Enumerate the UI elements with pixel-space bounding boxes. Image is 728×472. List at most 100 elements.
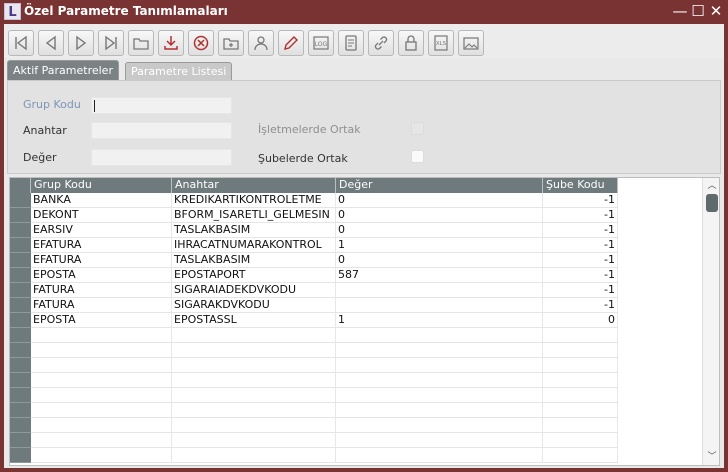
table-cell[interactable] (172, 358, 336, 373)
column-header-grup-kodu[interactable]: Grup Kodu (31, 178, 172, 193)
row-indicator[interactable] (10, 403, 31, 418)
table-row[interactable]: EPOSTA EPOSTASSL 1 0 (10, 313, 618, 328)
table-cell[interactable]: 0 (543, 313, 618, 328)
table-cell[interactable] (31, 328, 172, 343)
table-cell[interactable]: DEKONT (31, 208, 172, 223)
empty-table-row[interactable] (10, 373, 618, 388)
table-cell[interactable] (31, 448, 172, 463)
table-row[interactable]: EPOSTA EPOSTAPORT 587 -1 (10, 268, 618, 283)
table-cell[interactable] (31, 418, 172, 433)
anahtar-input[interactable] (91, 122, 232, 139)
table-row[interactable]: FATURA SIGARAIADEKDVKODU -1 (10, 283, 618, 298)
table-cell[interactable] (172, 373, 336, 388)
column-header-deger[interactable]: Değer (336, 178, 543, 193)
table-cell[interactable] (172, 448, 336, 463)
row-indicator[interactable] (10, 208, 31, 223)
log-button[interactable]: LOG (308, 30, 334, 56)
table-cell[interactable] (172, 433, 336, 448)
table-cell[interactable]: EFATURA (31, 238, 172, 253)
table-cell[interactable]: -1 (543, 238, 618, 253)
table-cell[interactable]: EARSIV (31, 223, 172, 238)
table-row[interactable]: DEKONT BFORM_ISARETLI_GELMESIN 0 -1 (10, 208, 618, 223)
table-cell[interactable] (172, 388, 336, 403)
table-cell[interactable] (31, 343, 172, 358)
table-cell[interactable]: -1 (543, 193, 618, 208)
table-cell[interactable] (543, 388, 618, 403)
table-cell[interactable] (336, 373, 543, 388)
table-cell[interactable] (172, 328, 336, 343)
empty-table-row[interactable] (10, 358, 618, 373)
empty-table-row[interactable] (10, 403, 618, 418)
table-cell[interactable] (172, 418, 336, 433)
table-cell[interactable]: EPOSTA (31, 268, 172, 283)
download-button[interactable] (158, 30, 184, 56)
scroll-up-icon[interactable]: ︿ (707, 181, 717, 191)
table-cell[interactable]: FATURA (31, 283, 172, 298)
new-folder-button[interactable] (218, 30, 244, 56)
tab-parametre-listesi[interactable]: Parametre Listesi (125, 62, 233, 80)
table-cell[interactable]: TASLAKBASIM (172, 223, 336, 238)
table-cell[interactable]: FATURA (31, 298, 172, 313)
table-cell[interactable]: 1 (336, 238, 543, 253)
grup-kodu-input[interactable] (91, 97, 232, 114)
row-indicator[interactable] (10, 343, 31, 358)
scroll-down-icon[interactable]: ﹀ (707, 452, 717, 462)
previous-record-button[interactable] (38, 30, 64, 56)
table-cell[interactable] (31, 403, 172, 418)
table-cell[interactable]: -1 (543, 253, 618, 268)
table-cell[interactable] (543, 418, 618, 433)
table-cell[interactable] (336, 418, 543, 433)
row-indicator[interactable] (10, 253, 31, 268)
table-cell[interactable]: -1 (543, 283, 618, 298)
table-row[interactable]: EARSIV TASLAKBASIM 0 -1 (10, 223, 618, 238)
table-cell[interactable] (336, 283, 543, 298)
table-cell[interactable]: 0 (336, 253, 543, 268)
table-cell[interactable] (543, 328, 618, 343)
next-record-button[interactable] (68, 30, 94, 56)
row-indicator[interactable] (10, 358, 31, 373)
link-button[interactable] (368, 30, 394, 56)
maximize-button[interactable]: ☐ (690, 3, 706, 19)
title-bar[interactable]: L Özel Parametre Tanımlamaları — ☐ ✕ (0, 0, 728, 24)
table-cell[interactable]: SIGARAIADEKDVKODU (172, 283, 336, 298)
table-cell[interactable] (543, 403, 618, 418)
table-row[interactable]: EFATURA IHRACATNUMARAKONTROL 1 -1 (10, 238, 618, 253)
table-cell[interactable]: 0 (336, 223, 543, 238)
table-cell[interactable] (543, 448, 618, 463)
lock-button[interactable] (398, 30, 424, 56)
isletmelerde-ortak-checkbox[interactable] (411, 122, 424, 135)
table-cell[interactable]: EPOSTAPORT (172, 268, 336, 283)
user-button[interactable] (248, 30, 274, 56)
table-cell[interactable]: -1 (543, 298, 618, 313)
row-indicator[interactable] (10, 298, 31, 313)
table-cell[interactable]: EFATURA (31, 253, 172, 268)
table-cell[interactable]: -1 (543, 268, 618, 283)
deger-input[interactable] (91, 149, 232, 166)
table-cell[interactable] (336, 328, 543, 343)
table-cell[interactable]: 1 (336, 313, 543, 328)
empty-table-row[interactable] (10, 418, 618, 433)
row-indicator[interactable] (10, 388, 31, 403)
row-indicator[interactable] (10, 433, 31, 448)
table-cell[interactable]: EPOSTA (31, 313, 172, 328)
table-cell[interactable] (336, 448, 543, 463)
row-indicator[interactable] (10, 418, 31, 433)
empty-table-row[interactable] (10, 448, 618, 463)
document-button[interactable] (338, 30, 364, 56)
row-indicator[interactable] (10, 223, 31, 238)
open-folder-button[interactable] (128, 30, 154, 56)
tab-aktif-parametreler[interactable]: Aktif Parametreler (7, 60, 119, 80)
column-header-sube-kodu[interactable]: Şube Kodu (543, 178, 618, 193)
first-record-button[interactable] (8, 30, 34, 56)
row-indicator[interactable] (10, 313, 31, 328)
xls-button[interactable]: XLS (428, 30, 454, 56)
edit-button[interactable] (278, 30, 304, 56)
table-cell[interactable]: -1 (543, 208, 618, 223)
last-record-button[interactable] (98, 30, 124, 56)
row-indicator[interactable] (10, 283, 31, 298)
row-indicator[interactable] (10, 328, 31, 343)
table-cell[interactable]: 0 (336, 208, 543, 223)
table-cell[interactable] (543, 433, 618, 448)
table-row[interactable]: EFATURA TASLAKBASIM 0 -1 (10, 253, 618, 268)
cancel-button[interactable] (188, 30, 214, 56)
